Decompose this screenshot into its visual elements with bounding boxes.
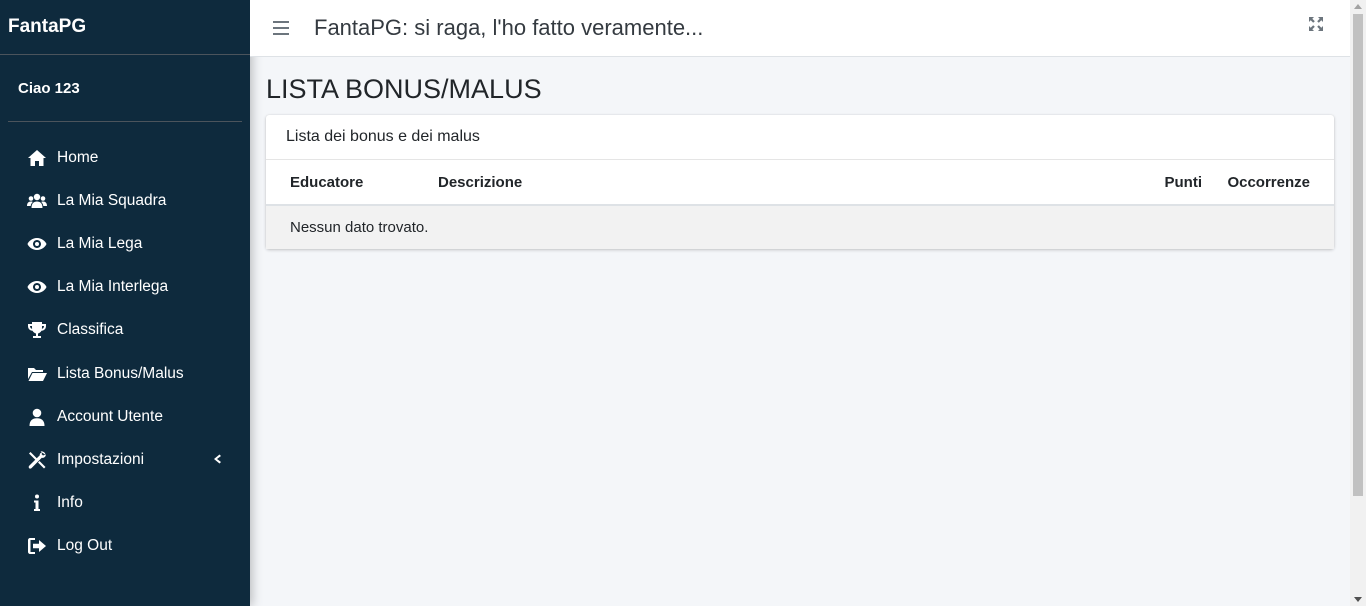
sidebar-nav: Home La Mia Squadra La Mia Lega La Mia I… [0,136,250,568]
table-header-row: Educatore Descrizione Punti Occorrenze [266,160,1334,206]
page-title: FantaPG: si raga, l'ho fatto veramente..… [314,15,704,40]
sidebar-item-account-utente[interactable]: Account Utente [8,395,242,438]
sidebar-item-la-mia-squadra[interactable]: La Mia Squadra [8,179,242,222]
card-title: Lista dei bonus e dei malus [266,115,1334,160]
scroll-down-arrow-icon[interactable] [1354,597,1362,602]
top-navbar: FantaPG: si raga, l'ho fatto veramente..… [250,0,1350,57]
main-content: LISTA BONUS/MALUS Lista dei bonus e dei … [250,57,1350,606]
column-header-occorrenze[interactable]: Occorrenze [1214,160,1334,206]
chevron-left-icon [212,451,222,469]
folder-open-icon [26,363,48,385]
brand-link[interactable]: FantaPG [0,0,250,55]
sidebar-item-label: Classifica [57,321,124,339]
section-heading: LISTA BONUS/MALUS [266,74,542,104]
column-header-punti[interactable]: Punti [928,160,1214,206]
sidebar-item-label: La Mia Lega [57,234,143,252]
tools-icon [26,449,48,471]
user-icon [26,406,48,428]
eye-icon [26,276,48,298]
sidebar-item-label: La Mia Squadra [57,191,167,209]
scroll-up-arrow-icon[interactable] [1354,4,1362,9]
sidebar-item-label: Account Utente [57,407,163,425]
user-greeting: Ciao 123 [18,79,80,97]
home-icon [26,147,48,169]
vertical-scrollbar[interactable] [1350,0,1366,606]
info-icon [26,492,48,514]
sidebar-item-label: Lista Bonus/Malus [57,364,184,382]
sign-out-icon [26,535,48,557]
sidebar-item-label: Log Out [57,537,113,555]
sidebar-item-lista-bonus-malus[interactable]: Lista Bonus/Malus [8,352,242,395]
sidebar-item-label: Home [57,148,99,166]
table-row: Nessun dato trovato. [266,205,1334,249]
sidebar-item-la-mia-lega[interactable]: La Mia Lega [8,222,242,265]
sidebar-item-classifica[interactable]: Classifica [8,309,242,352]
sidebar-item-info[interactable]: Info [8,482,242,525]
sidebar-item-impostazioni[interactable]: Impostazioni [8,438,242,481]
sidebar-item-label: Info [57,494,83,512]
sidebar-item-la-mia-interlega[interactable]: La Mia Interlega [8,266,242,309]
users-icon [26,190,48,212]
scrollbar-thumb[interactable] [1353,14,1363,496]
column-header-descrizione[interactable]: Descrizione [426,160,929,206]
sidebar-item-log-out[interactable]: Log Out [8,525,242,568]
sidebar-item-home[interactable]: Home [8,136,242,179]
user-panel: Ciao 123 [8,55,242,122]
eye-icon [26,233,48,255]
bonus-malus-table: Educatore Descrizione Punti Occorrenze N… [266,160,1334,249]
menu-toggle-icon[interactable] [273,21,289,35]
sidebar-item-label: Impostazioni [57,450,145,468]
sidebar: FantaPG Ciao 123 Home La Mia Squadra La … [0,0,250,606]
sidebar-item-label: La Mia Interlega [57,278,169,296]
column-header-educatore[interactable]: Educatore [266,160,426,206]
bonus-malus-card: Lista dei bonus e dei malus Educatore De… [266,115,1334,249]
trophy-icon [26,319,48,341]
empty-table-message: Nessun dato trovato. [266,205,1334,249]
brand-name: FantaPG [8,16,87,37]
fullscreen-icon[interactable] [1308,16,1324,32]
